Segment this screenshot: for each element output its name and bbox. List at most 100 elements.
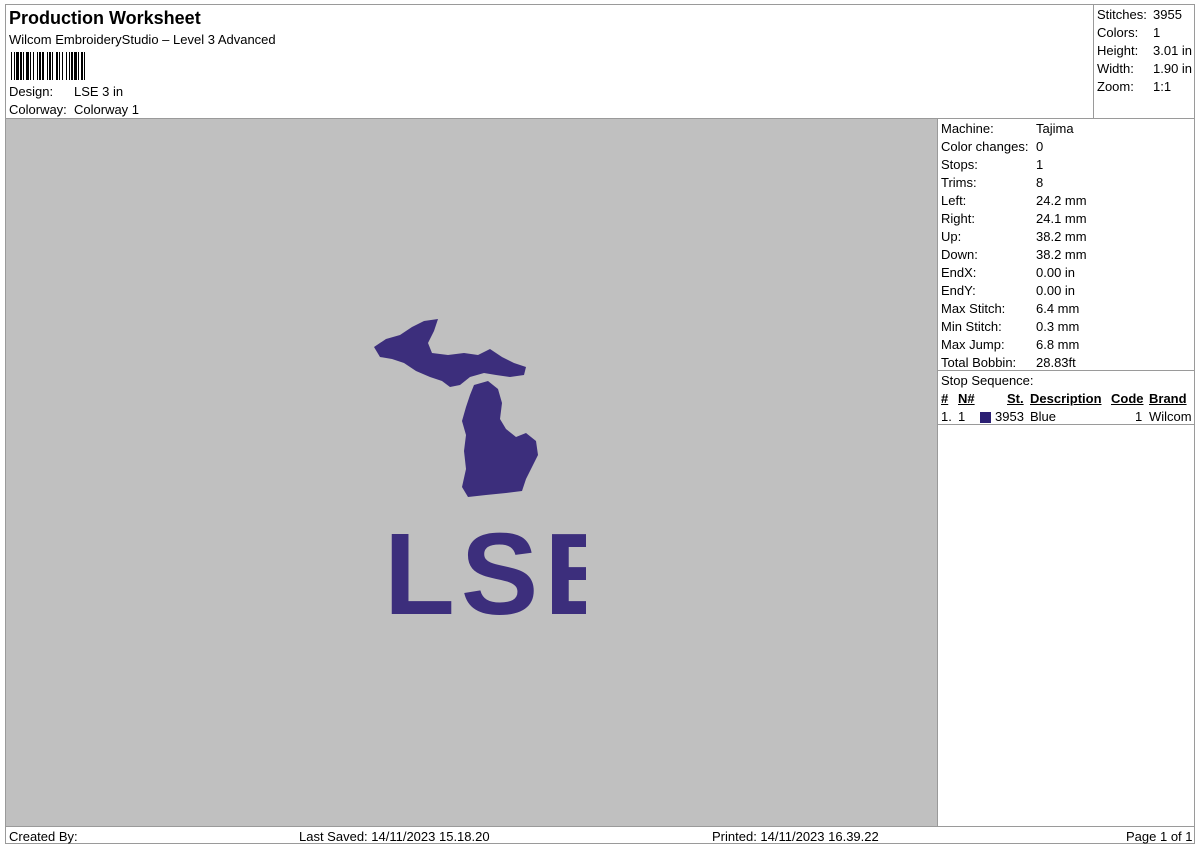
property-label: Max Stitch: [941, 301, 1006, 316]
property-label: Right: [941, 211, 975, 226]
property-value: 0.3 mm [1036, 319, 1080, 334]
app-subtitle: Wilcom EmbroideryStudio – Level 3 Advanc… [9, 32, 276, 47]
stat-height: Height: 3.01 in [1097, 43, 1192, 61]
thread-color-swatch [980, 412, 991, 423]
colorway-row: Colorway: Colorway 1 [9, 102, 139, 117]
property-value: 6.4 mm [1036, 301, 1080, 316]
stat-zoom: Zoom: 1:1 [1097, 79, 1171, 97]
barcode-bar [84, 52, 85, 80]
barcode-bar [37, 52, 38, 80]
stop-sequence-bottom-rule [938, 424, 1194, 425]
printed-date: Printed: 14/11/2023 16.39.22 [712, 829, 879, 844]
property-row: Stops: 1 [941, 157, 1043, 175]
barcode-bar [16, 52, 19, 80]
property-value: 0 [1036, 139, 1044, 154]
design-canvas[interactable]: LSE [6, 119, 938, 826]
barcode-bar [59, 52, 60, 80]
barcode-icon [11, 52, 85, 80]
stats-panel: Stitches: 3955 Colors: 1 Height: 3.01 in Wi… [1093, 5, 1194, 118]
barcode-bar [30, 52, 31, 80]
stat-value: 1:1 [1153, 79, 1172, 94]
property-value: 6.8 mm [1036, 337, 1080, 352]
barcode-bar [47, 52, 48, 80]
property-value: 8 [1036, 175, 1044, 190]
stop-sequence-header: # N# St. Description Code Brand [938, 391, 1194, 409]
col-description: Description [1030, 391, 1102, 406]
property-value: 28.83ft [1036, 355, 1076, 370]
stop-sequence-title: Stop Sequence: [941, 373, 1034, 388]
stat-label: Width: [1097, 61, 1134, 76]
property-label: EndX: [941, 265, 977, 280]
design-value: LSE 3 in [74, 84, 124, 99]
property-label: Trims: [941, 175, 977, 190]
barcode-bar [14, 52, 15, 80]
stop-sequence-divider [938, 370, 1194, 371]
col-n: N# [958, 391, 975, 406]
barcode-bar [26, 52, 29, 80]
stat-stitches: Stitches: 3955 [1097, 7, 1182, 25]
col-num: # [941, 391, 949, 406]
property-row: EndX: 0.00 in [941, 265, 1075, 283]
property-row: Up: 38.2 mm [941, 229, 1087, 247]
property-label: Max Jump: [941, 337, 1005, 352]
barcode-bar [69, 52, 70, 80]
property-row: Min Stitch: 0.3 mm [941, 319, 1079, 337]
michigan-upper-peninsula-icon [374, 319, 526, 387]
barcode-bar [20, 52, 22, 80]
property-label: EndY: [941, 283, 976, 298]
col-st: St. [1007, 391, 1024, 406]
stat-label: Stitches: [1097, 7, 1147, 22]
property-value: 38.2 mm [1036, 247, 1087, 262]
property-value: 0.00 in [1036, 283, 1076, 298]
property-row: Max Jump: 6.8 mm [941, 337, 1079, 355]
stat-value: 3955 [1153, 7, 1182, 22]
row-num: 1. [941, 409, 952, 424]
barcode-bar [81, 52, 83, 80]
property-label: Stops: [941, 157, 978, 172]
barcode-bar [23, 52, 24, 80]
property-label: Left: [941, 193, 967, 208]
created-by: Created By: [9, 829, 78, 844]
stat-value: 1 [1153, 25, 1161, 40]
property-row: Color changes: 0 [941, 139, 1043, 157]
barcode-bar [42, 52, 44, 80]
colorway-value: Colorway 1 [74, 102, 140, 117]
stat-label: Height: [1097, 43, 1139, 58]
stat-value: 3.01 in [1153, 43, 1193, 58]
property-value: 38.2 mm [1036, 229, 1087, 244]
design-label: Design: [9, 84, 54, 99]
last-saved: Last Saved: 14/11/2023 15.18.20 [299, 829, 490, 844]
property-row: Left: 24.2 mm [941, 193, 1087, 211]
stat-colors: Colors: 1 [1097, 25, 1160, 43]
properties-panel: Machine: Tajima Color changes: 0 Stops: 1 Trim… [938, 119, 1194, 826]
property-value: Tajima [1036, 121, 1074, 136]
design-row: Design: LSE 3 in [9, 84, 123, 99]
barcode-bar [71, 52, 73, 80]
property-value: 24.2 mm [1036, 193, 1087, 208]
barcode-bar [33, 52, 34, 80]
stat-width: Width: 1.90 in [1097, 61, 1192, 79]
barcode-bar [74, 52, 77, 80]
barcode-bar [49, 52, 51, 80]
production-worksheet: Production Worksheet Wilcom EmbroiderySt… [5, 4, 1195, 844]
worksheet-header: Production Worksheet Wilcom EmbroiderySt… [6, 5, 1094, 118]
row-code: 1 [1135, 409, 1143, 424]
property-row: EndY: 0.00 in [941, 283, 1075, 301]
row-brand: Wilcom [1149, 409, 1192, 424]
property-label: Down: [941, 247, 978, 262]
barcode-bar [56, 52, 58, 80]
property-row: Right: 24.1 mm [941, 211, 1087, 229]
barcode-bar [39, 52, 41, 80]
colorway-label: Colorway: [9, 102, 67, 117]
michigan-lower-peninsula-icon [462, 381, 538, 497]
property-value: 24.1 mm [1036, 211, 1087, 226]
row-st: 3953 [995, 409, 1024, 424]
col-brand: Brand [1149, 391, 1187, 406]
property-value: 0.00 in [1036, 265, 1076, 280]
design-preview: LSE [374, 319, 586, 639]
stat-label: Colors: [1097, 25, 1139, 40]
barcode-bar [52, 52, 53, 80]
property-label: Min Stitch: [941, 319, 1002, 334]
stop-sequence-table: # N# St. Description Code Brand 1. 1 395… [938, 391, 1194, 427]
property-label: Total Bobbin: [941, 355, 1017, 370]
